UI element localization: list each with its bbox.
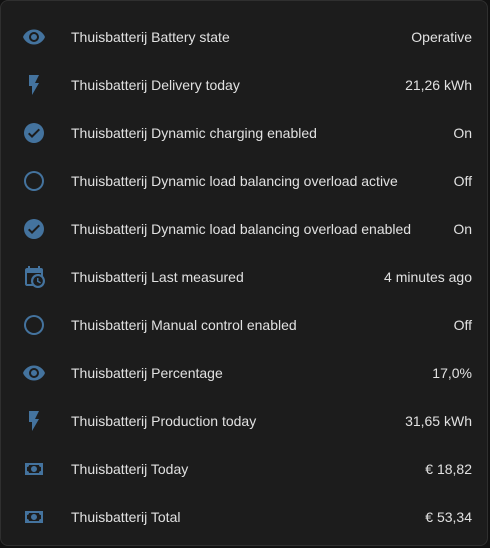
entity-name: Thuisbatterij Dynamic load balancing ove…	[71, 221, 412, 237]
entity-name: Thuisbatterij Production today	[71, 413, 257, 429]
entity-row-battery-state[interactable]: Thuisbatterij Battery state Operative	[1, 17, 487, 57]
entity-name: Thuisbatterij Delivery today	[71, 77, 240, 93]
entity-row-last-measured[interactable]: Thuisbatterij Last measured 4 minutes ag…	[1, 257, 487, 297]
circle-outline-icon	[22, 313, 46, 337]
entity-name: Thuisbatterij Dynamic charging enabled	[71, 125, 317, 141]
entity-row-dynamic-charging-enabled[interactable]: Thuisbatterij Dynamic charging enabled O…	[1, 113, 487, 153]
entity-state: Operative	[411, 29, 472, 45]
eye-icon	[22, 25, 46, 49]
entity-name: Thuisbatterij Last measured	[71, 269, 244, 285]
entity-name: Thuisbatterij Percentage	[71, 365, 223, 381]
entity-state: € 18,82	[425, 461, 472, 477]
entity-row-production-today[interactable]: Thuisbatterij Production today 31,65 kWh	[1, 401, 487, 441]
entity-state: 31,65 kWh	[405, 413, 472, 429]
entity-state: 4 minutes ago	[384, 269, 472, 285]
entity-row-dlb-overload-active[interactable]: Thuisbatterij Dynamic load balancing ove…	[1, 161, 487, 201]
cash-icon	[22, 505, 46, 529]
cash-icon	[22, 457, 46, 481]
entity-name: Thuisbatterij Today	[71, 461, 189, 477]
check-circle-icon	[22, 121, 46, 145]
flash-icon	[22, 409, 46, 433]
entity-state: 17,0%	[432, 365, 472, 381]
entity-row-total[interactable]: Thuisbatterij Total € 53,34	[1, 497, 487, 537]
check-circle-icon	[22, 217, 46, 241]
entity-state: Off	[453, 173, 472, 189]
entity-row-percentage[interactable]: Thuisbatterij Percentage 17,0%	[1, 353, 487, 393]
flash-icon	[22, 73, 46, 97]
entity-state: 21,26 kWh	[405, 77, 472, 93]
entity-row-today[interactable]: Thuisbatterij Today € 18,82	[1, 449, 487, 489]
entity-name: Thuisbatterij Battery state	[71, 29, 230, 45]
entity-state: On	[453, 221, 472, 237]
entity-row-dlb-overload-enabled[interactable]: Thuisbatterij Dynamic load balancing ove…	[1, 209, 487, 249]
entity-row-delivery-today[interactable]: Thuisbatterij Delivery today 21,26 kWh	[1, 65, 487, 105]
circle-outline-icon	[22, 169, 46, 193]
entity-name: Thuisbatterij Dynamic load balancing ove…	[71, 173, 398, 189]
entity-state: Off	[453, 317, 472, 333]
entities-card: Thuisbatterij Battery state Operative Th…	[0, 0, 488, 546]
entity-row-manual-control-enabled[interactable]: Thuisbatterij Manual control enabled Off	[1, 305, 487, 345]
calendar-clock-icon	[22, 265, 46, 289]
entity-name: Thuisbatterij Total	[71, 509, 181, 525]
entity-state: € 53,34	[425, 509, 472, 525]
entity-name: Thuisbatterij Manual control enabled	[71, 317, 297, 333]
entity-state: On	[453, 125, 472, 141]
eye-icon	[22, 361, 46, 385]
